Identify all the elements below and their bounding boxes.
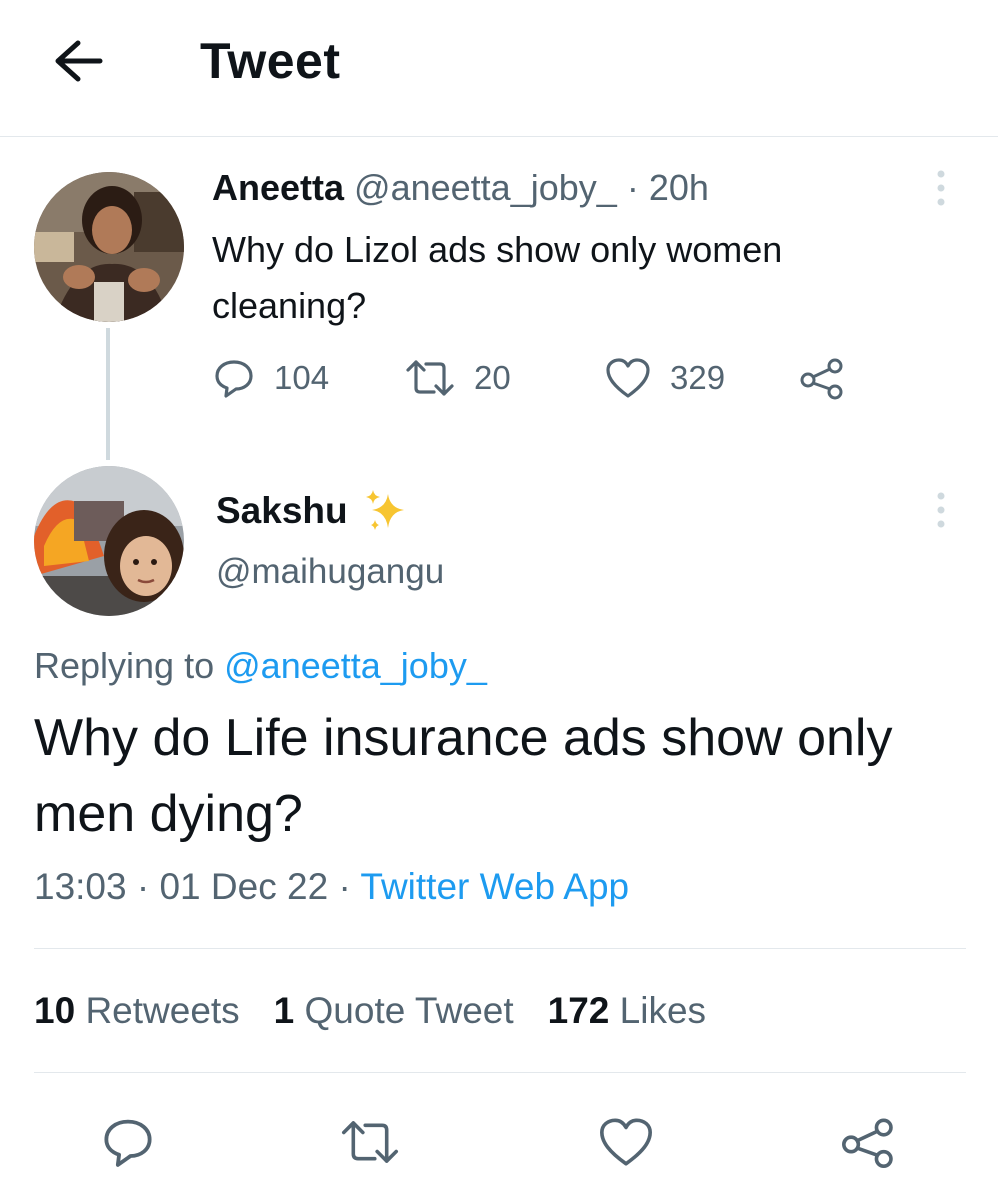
tweet-stats: 10 Retweets 1 Quote Tweet 172 Likes: [34, 990, 740, 1032]
replying-handle-link[interactable]: @aneetta_joby_: [224, 645, 487, 686]
tweet-meta: 13:03 · 01 Dec 22 · Twitter Web App: [34, 866, 629, 908]
retweets-stat[interactable]: 10 Retweets: [34, 990, 240, 1032]
share-button[interactable]: [836, 1110, 900, 1174]
page-title: Tweet: [200, 33, 341, 89]
likes-label: Likes: [619, 990, 707, 1031]
reply-button[interactable]: 104: [212, 350, 329, 406]
heart-icon: [600, 1118, 652, 1166]
reply-button[interactable]: [96, 1110, 160, 1174]
replying-label: Replying to: [34, 645, 215, 686]
back-button[interactable]: [48, 36, 108, 86]
more-options-button[interactable]: [926, 166, 956, 210]
avatar[interactable]: [34, 466, 184, 616]
tweet-source[interactable]: Twitter Web App: [360, 866, 629, 907]
author-name-text: Sakshu: [216, 490, 348, 531]
retweets-count: 10: [34, 990, 76, 1031]
quotes-stat[interactable]: 1 Quote Tweet: [274, 990, 514, 1032]
tweet-header: Aneetta @aneetta_joby_ · 20h: [212, 166, 709, 210]
share-button[interactable]: [798, 350, 864, 406]
like-count: 329: [670, 359, 726, 396]
retweet-icon: [341, 1121, 399, 1163]
share-icon: [842, 1118, 893, 1168]
retweet-button[interactable]: 20: [404, 350, 511, 406]
divider: [34, 1072, 966, 1073]
author-name[interactable]: Sakshu: [216, 488, 410, 534]
separator: ·: [136, 866, 150, 907]
quotes-count: 1: [273, 990, 295, 1031]
avatar[interactable]: [34, 172, 184, 322]
likes-count: 172: [547, 990, 610, 1031]
retweet-button[interactable]: [338, 1110, 402, 1174]
more-options-button[interactable]: [926, 488, 956, 532]
thread-connector: [106, 328, 110, 460]
tweet-date[interactable]: 01 Dec 22: [159, 866, 328, 907]
share-icon: [800, 358, 843, 400]
more-vertical-icon: [937, 492, 945, 528]
author-name[interactable]: Aneetta: [212, 167, 344, 208]
likes-stat[interactable]: 172 Likes: [548, 990, 706, 1032]
like-button[interactable]: 329: [604, 350, 725, 406]
reply-icon: [215, 360, 253, 398]
author-handle[interactable]: @aneetta_joby_: [354, 167, 617, 208]
heart-icon: [606, 358, 650, 398]
more-vertical-icon: [937, 170, 945, 206]
separator: ·: [626, 167, 639, 208]
retweet-icon: [406, 360, 454, 396]
like-button[interactable]: [594, 1110, 658, 1174]
author-handle[interactable]: @maihugangu: [216, 552, 444, 592]
reply-icon: [104, 1119, 152, 1167]
divider: [34, 948, 966, 949]
retweet-count: 20: [474, 359, 511, 396]
replying-to: Replying to @aneetta_joby_: [34, 645, 487, 687]
sparkles-icon: [365, 490, 404, 530]
tweet-text: Why do Lizol ads show only women cleanin…: [212, 229, 783, 326]
retweets-label: Retweets: [85, 990, 240, 1031]
quotes-label: Quote Tweet: [304, 990, 514, 1031]
separator: ·: [338, 866, 351, 907]
tweet-time[interactable]: 20h: [649, 167, 709, 208]
tweet-time[interactable]: 13:03: [34, 866, 127, 907]
tweet-text: Why do Life insurance ads show only men …: [34, 709, 893, 843]
top-bar: [0, 0, 998, 137]
reply-count: 104: [274, 359, 330, 396]
arrow-left-icon: [55, 40, 103, 82]
